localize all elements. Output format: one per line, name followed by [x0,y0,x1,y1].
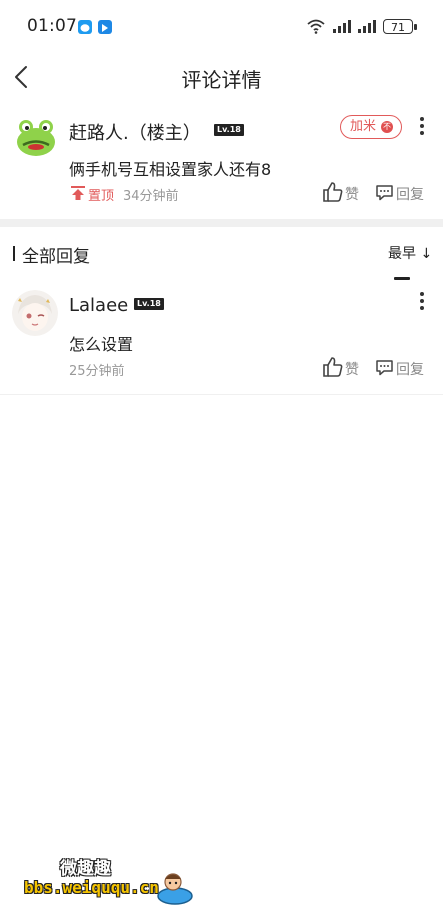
message-app-icon [78,20,92,34]
comment-time: 34分钟前 [123,189,179,204]
more-options-icon[interactable] [410,114,434,138]
watermark-mascot-icon [157,873,193,905]
signal-icon-1 [333,20,351,33]
sort-earliest-button[interactable]: 最早 ↓ [388,243,432,263]
follow-badge: 不 [381,121,393,133]
reply-label[interactable]: 回复 [396,184,424,204]
follow-label: 加米 [350,119,377,134]
reply-level-badge: Lv.18 [134,298,164,310]
app-notification-icon [98,20,112,34]
reply-username[interactable]: Lalaee [69,295,128,316]
sort-underline [394,277,410,280]
watermark-url: bbs.weiququ.cn [24,878,159,897]
reply-more-options-icon[interactable] [410,289,434,313]
all-replies-title: 全部回复 [22,247,90,267]
watermark-title: 微趣趣 [60,859,111,879]
comment-username[interactable]: 赶路人.（楼主） [69,119,201,145]
back-arrow-icon[interactable] [10,64,36,90]
pin-icon [71,186,85,200]
wifi-icon [307,19,325,34]
level-badge: Lv.18 [214,124,244,136]
comment-text: 俩手机号互相设置家人还有8 [69,160,272,179]
frog-avatar[interactable] [13,114,59,160]
like-icon[interactable] [322,181,344,203]
battery-tip [414,24,417,30]
section-bar [13,246,15,261]
reply-like-icon[interactable] [322,356,344,378]
reply-reply-icon[interactable] [375,359,394,376]
reply-like-label[interactable]: 赞 [345,359,359,379]
like-label[interactable]: 赞 [345,184,359,204]
reply-reply-label[interactable]: 回复 [396,359,424,379]
anime-avatar[interactable] [12,290,58,336]
battery-indicator: 71 [383,19,413,34]
page-title: 评论详情 [181,68,262,92]
reply-icon[interactable] [375,184,394,201]
status-time: 01:07 [27,16,77,36]
reply-separator [0,394,443,395]
section-divider [0,219,443,227]
reply-time: 25分钟前 [69,364,125,379]
reply-text: 怎么设置 [69,335,134,354]
pinned-label: 置顶 [88,189,115,204]
signal-icon-2 [358,20,376,33]
